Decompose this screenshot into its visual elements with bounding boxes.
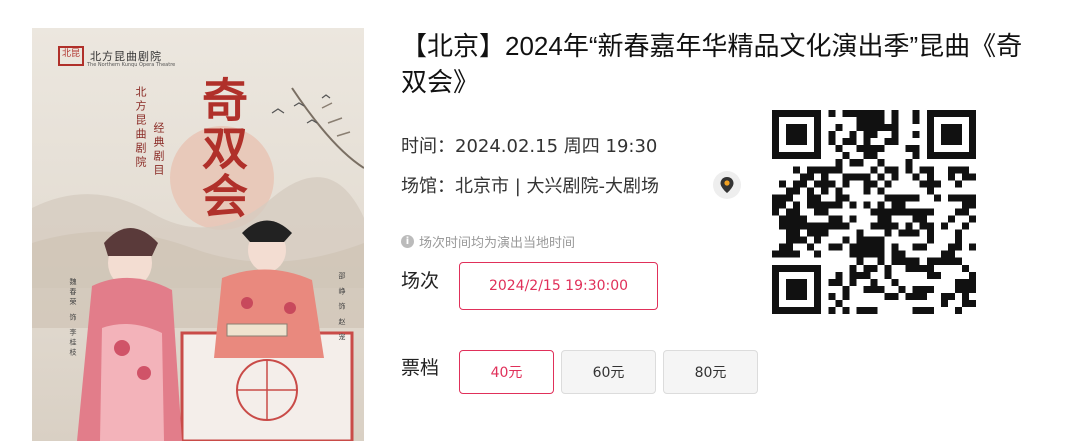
ticket-label: 票档	[401, 357, 440, 379]
map-pin-glyph	[720, 177, 734, 193]
venue-label: 场馆：	[401, 176, 455, 197]
ticket-option-40[interactable]: 40元	[459, 350, 554, 394]
hint-text: 场次时间均为演出当地时间	[419, 236, 576, 251]
poster-title: 奇双会	[195, 76, 249, 220]
event-title: 【北京】2024年“新春嘉年华精品文化演出季”昆曲《奇双会》	[401, 31, 1023, 97]
map-pin-icon[interactable]	[713, 171, 741, 199]
session-option-1[interactable]: 2024/2/15 19:30:00	[459, 262, 658, 310]
poster-cast-right: 邵 峥 饰 赵 宠	[338, 272, 346, 343]
timezone-hint: i 场次时间均为演出当地时间	[401, 232, 575, 251]
poster-side-text-2: 经典剧目	[152, 122, 165, 178]
poster-cast-left: 魏春荣 饰 李桂枝	[69, 278, 77, 359]
event-poster: 北昆 北方昆曲剧院 The Northern Kunqu Opera Theat…	[32, 28, 364, 441]
poster-side-text-1: 北方昆曲剧院	[134, 86, 147, 170]
ticket-option-80[interactable]: 80元	[663, 350, 758, 394]
time-label: 时间：	[401, 136, 455, 157]
time-value: 2024.02.15 周四 19:30	[455, 136, 658, 157]
ticket-option-60[interactable]: 60元	[561, 350, 656, 394]
brand-english-name: The Northern Kunqu Opera Theatre	[87, 62, 176, 68]
event-venue: 场馆：北京市 | 大兴剧院-大剧场	[401, 172, 659, 198]
event-time: 时间：2024.02.15 周四 19:30	[401, 132, 657, 158]
venue-value: 北京市 | 大兴剧院-大剧场	[455, 176, 660, 197]
info-icon: i	[401, 235, 414, 248]
session-label: 场次	[401, 270, 440, 292]
qr-code	[772, 110, 976, 314]
brand-seal: 北昆	[58, 46, 84, 66]
